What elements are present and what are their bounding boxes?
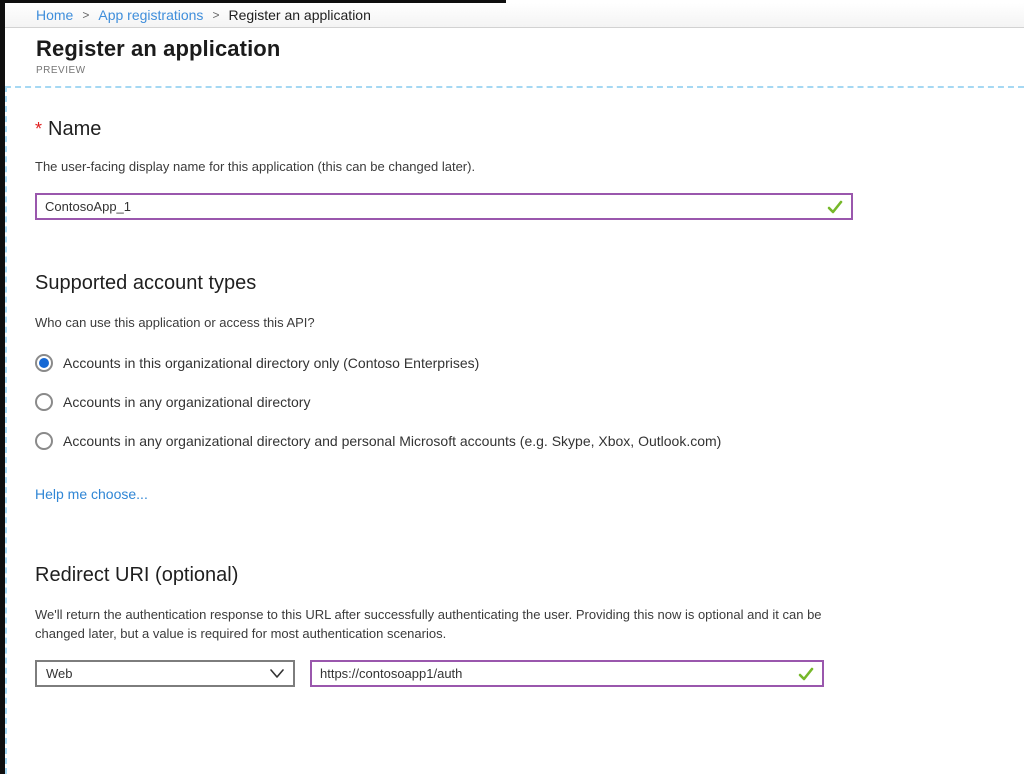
radio-option-label: Accounts in any organizational directory…: [63, 433, 721, 449]
redirect-uri-input-container: [310, 660, 824, 687]
radio-option-multitenant[interactable]: Accounts in any organizational directory: [35, 393, 310, 411]
redirect-uri-input[interactable]: [312, 662, 797, 685]
breadcrumb-app-registrations-link[interactable]: App registrations: [98, 7, 203, 23]
blade-header: Register an application PREVIEW: [5, 28, 1024, 86]
account-types-question: Who can use this application or access t…: [35, 315, 315, 330]
breadcrumb-separator: >: [212, 8, 219, 22]
radio-unselected-icon[interactable]: [35, 432, 53, 450]
help-me-choose-link[interactable]: Help me choose...: [35, 486, 148, 502]
breadcrumb-current-page: Register an application: [228, 7, 370, 23]
register-application-page: Home > App registrations > Register an a…: [0, 0, 1024, 774]
breadcrumb-home-link[interactable]: Home: [36, 7, 73, 23]
valid-check-icon: [826, 198, 844, 216]
redirect-platform-select[interactable]: Web: [35, 660, 295, 687]
page-title: Register an application: [36, 36, 1024, 62]
blade-content: * Name The user-facing display name for t…: [5, 86, 1024, 774]
redirect-platform-value: Web: [46, 666, 73, 681]
name-section-heading: * Name: [35, 118, 101, 141]
radio-selected-icon[interactable]: [35, 354, 53, 372]
redirect-uri-heading: Redirect URI (optional): [35, 564, 238, 587]
redirect-uri-description: We'll return the authentication response…: [35, 605, 847, 643]
radio-option-label: Accounts in this organizational director…: [63, 355, 479, 371]
chevron-down-icon: [270, 669, 284, 678]
radio-option-label: Accounts in any organizational directory: [63, 394, 310, 410]
radio-unselected-icon[interactable]: [35, 393, 53, 411]
breadcrumb-separator: >: [82, 8, 89, 22]
app-name-input-container: [35, 193, 853, 220]
preview-badge: PREVIEW: [36, 65, 1024, 76]
app-name-input[interactable]: [37, 195, 826, 218]
radio-option-multitenant-personal[interactable]: Accounts in any organizational directory…: [35, 432, 721, 450]
radio-option-single-tenant[interactable]: Accounts in this organizational director…: [35, 354, 479, 372]
name-description: The user-facing display name for this ap…: [35, 159, 475, 174]
required-marker: *: [35, 119, 42, 139]
valid-check-icon: [797, 665, 815, 683]
name-heading-label: Name: [48, 118, 101, 140]
breadcrumb: Home > App registrations > Register an a…: [5, 3, 1024, 28]
account-types-heading: Supported account types: [35, 272, 256, 295]
